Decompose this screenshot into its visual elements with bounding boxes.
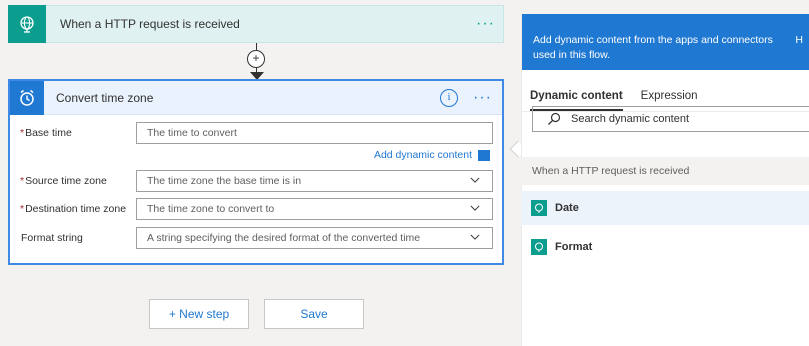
info-icon[interactable]: i: [440, 89, 458, 107]
panel-header-text: Add dynamic content from the apps and co…: [533, 34, 773, 61]
format-string-select[interactable]: A string specifying the desired format o…: [136, 227, 493, 249]
convert-time-zone-card: Convert time zone i ··· *Base time The t…: [8, 79, 504, 265]
item-label: Format: [555, 241, 593, 253]
field-label: Format string: [21, 231, 83, 244]
trigger-more-menu[interactable]: ···: [476, 15, 495, 33]
action-header[interactable]: Convert time zone i ···: [10, 80, 502, 115]
action-more-menu[interactable]: ···: [473, 89, 492, 107]
http-request-globe-icon: [531, 200, 547, 216]
section-header: When a HTTP request is received: [521, 157, 809, 185]
chevron-down-icon: [470, 205, 480, 211]
add-dynamic-label: Add dynamic content: [373, 149, 472, 161]
chevron-down-icon: [470, 234, 480, 240]
insert-step-button[interactable]: +: [247, 50, 265, 68]
format-string-row: Format string A string specifying the de…: [20, 227, 493, 249]
base-time-input[interactable]: The time to convert: [136, 122, 493, 144]
destination-time-zone-select[interactable]: The time zone to convert to: [136, 198, 493, 220]
search-icon: [548, 112, 561, 125]
http-request-globe-icon: [8, 4, 46, 43]
add-dynamic-content-icon: [478, 149, 490, 161]
panel-header: Add dynamic content from the apps and co…: [522, 14, 809, 70]
add-dynamic-content-link[interactable]: Add dynamic content: [374, 149, 490, 161]
source-time-zone-select[interactable]: The time zone the base time is in: [136, 170, 493, 192]
chevron-down-icon: [470, 177, 480, 183]
new-step-button[interactable]: + New step: [149, 299, 249, 329]
select-placeholder: The time zone the base time is in: [147, 175, 302, 187]
panel-header-cut[interactable]: H: [795, 33, 803, 48]
source-time-zone-row: *Source time zone The time zone the base…: [20, 170, 493, 192]
action-title: Convert time zone: [56, 90, 154, 105]
list-item-format[interactable]: Format: [521, 230, 809, 264]
select-placeholder: A string specifying the desired format o…: [147, 232, 421, 244]
save-button[interactable]: Save: [264, 299, 364, 329]
search-dynamic-content-input[interactable]: Search dynamic content: [532, 106, 809, 132]
trigger-title: When a HTTP request is received: [60, 17, 240, 31]
field-label: *Source time zone: [20, 174, 107, 187]
base-time-row: *Base time The time to convert: [20, 122, 493, 144]
field-label: *Destination time zone: [20, 202, 127, 215]
item-label: Date: [555, 202, 579, 214]
destination-time-zone-row: *Destination time zone The time zone to …: [20, 198, 493, 220]
alarm-clock-icon: [10, 80, 44, 115]
list-item-date[interactable]: Date: [521, 191, 809, 225]
select-placeholder: The time zone to convert to: [147, 203, 275, 215]
http-request-globe-icon: [531, 239, 547, 255]
field-label: *Base time: [20, 126, 72, 139]
search-placeholder: Search dynamic content: [571, 113, 690, 125]
trigger-card[interactable]: When a HTTP request is received ···: [8, 4, 504, 43]
